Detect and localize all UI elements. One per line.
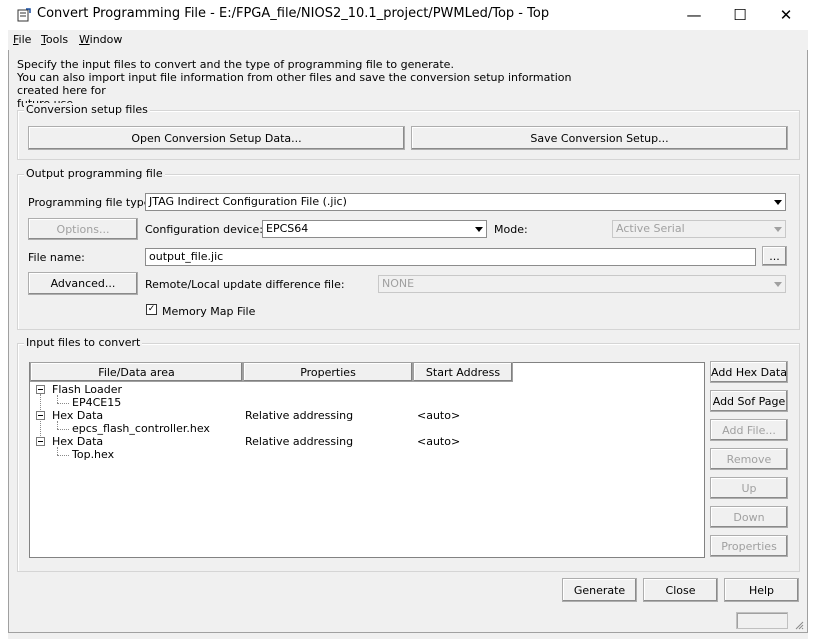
menu-tools[interactable]: Tools — [41, 33, 68, 46]
tree-connector — [57, 429, 69, 430]
add-sof-page-button[interactable]: Add Sof Page — [710, 390, 788, 412]
tree-row-hex-data-1-properties: Relative addressing — [245, 409, 354, 422]
open-conversion-setup-button[interactable]: Open Conversion Setup Data... — [28, 126, 405, 150]
quartus-app-icon — [17, 8, 31, 22]
maximize-button[interactable]: ☐ — [717, 0, 763, 30]
mode-select[interactable]: Active Serial — [612, 220, 786, 238]
tree-row-hex-data-2-properties: Relative addressing — [245, 435, 354, 448]
tree-connector — [57, 421, 58, 429]
file-type-select[interactable]: JTAG Indirect Configuration File (.jic) — [145, 193, 786, 211]
status-box — [736, 612, 788, 629]
chevron-down-icon — [471, 221, 486, 237]
chevron-down-icon — [770, 221, 785, 237]
menu-bar — [8, 30, 808, 50]
tree-row-flash-loader[interactable]: Flash Loader — [52, 383, 122, 396]
chevron-down-icon — [770, 276, 785, 292]
column-header-start-address[interactable]: Start Address — [413, 362, 513, 382]
close-icon: ✕ — [779, 6, 793, 24]
collapse-icon[interactable] — [36, 411, 45, 420]
column-header-file[interactable]: File/Data area — [30, 362, 243, 382]
chevron-down-icon — [770, 194, 785, 210]
remote-update-label: Remote/Local update difference file: — [145, 278, 345, 291]
output-programming-label: Output programming file — [24, 167, 165, 180]
background-window-right — [808, 0, 816, 639]
tree-row-hex-data-1-address: <auto> — [417, 409, 461, 422]
add-file-button[interactable]: Add File... — [710, 419, 788, 441]
generate-button[interactable]: Generate — [562, 578, 637, 602]
config-device-select[interactable]: EPCS64 — [262, 220, 487, 238]
column-header-properties[interactable]: Properties — [243, 362, 413, 382]
memory-map-label: Memory Map File — [162, 305, 256, 318]
memory-map-checkbox[interactable]: ✓ — [146, 304, 157, 315]
file-name-label: File name: — [28, 251, 85, 264]
input-files-label: Input files to convert — [24, 336, 143, 349]
window-title: Convert Programming File - E:/FPGA_file/… — [37, 6, 550, 21]
tree-connector — [57, 403, 69, 404]
remote-update-select[interactable]: NONE — [378, 275, 786, 293]
config-device-label: Configuration device: — [145, 223, 263, 236]
remove-button[interactable]: Remove — [710, 448, 788, 470]
properties-button[interactable]: Properties — [710, 535, 788, 557]
tree-row-hex-data-1[interactable]: Hex Data — [52, 409, 103, 422]
move-down-button[interactable]: Down — [710, 506, 788, 528]
options-button[interactable]: Options... — [28, 218, 138, 240]
resize-grip-icon[interactable] — [794, 620, 804, 630]
menu-file[interactable]: File — [13, 33, 31, 46]
collapse-icon[interactable] — [36, 437, 45, 446]
minimize-icon: — — [686, 6, 702, 24]
tree-connector — [57, 395, 58, 403]
collapse-icon[interactable] — [36, 385, 45, 394]
conversion-setup-label: Conversion setup files — [24, 103, 150, 116]
mode-label: Mode: — [494, 223, 528, 236]
browse-file-button[interactable]: ... — [762, 246, 787, 266]
tree-connector — [57, 455, 69, 456]
move-up-button[interactable]: Up — [710, 477, 788, 499]
close-window-button[interactable]: ✕ — [763, 0, 809, 30]
input-files-tree[interactable] — [29, 362, 705, 558]
tree-row-device[interactable]: EP4CE15 — [72, 396, 121, 409]
tree-row-hex-data-2-address: <auto> — [417, 435, 461, 448]
tree-row-epcs-hex[interactable]: epcs_flash_controller.hex — [72, 422, 210, 435]
tree-row-hex-data-2[interactable]: Hex Data — [52, 435, 103, 448]
close-button[interactable]: Close — [643, 578, 718, 602]
menu-window[interactable]: Window — [79, 33, 122, 46]
tree-row-top-hex[interactable]: Top.hex — [72, 448, 114, 461]
help-button[interactable]: Help — [724, 578, 799, 602]
maximize-icon: ☐ — [733, 6, 747, 24]
add-hex-data-button[interactable]: Add Hex Data — [710, 361, 788, 383]
tree-connector — [57, 447, 58, 455]
file-name-input[interactable]: output_file.jic — [145, 248, 756, 266]
file-type-label: Programming file type: — [28, 196, 155, 209]
save-conversion-setup-button[interactable]: Save Conversion Setup... — [411, 126, 788, 150]
check-icon: ✓ — [147, 304, 156, 314]
minimize-button[interactable]: — — [671, 0, 717, 30]
background-window-left — [0, 0, 8, 639]
advanced-button[interactable]: Advanced... — [28, 272, 138, 295]
